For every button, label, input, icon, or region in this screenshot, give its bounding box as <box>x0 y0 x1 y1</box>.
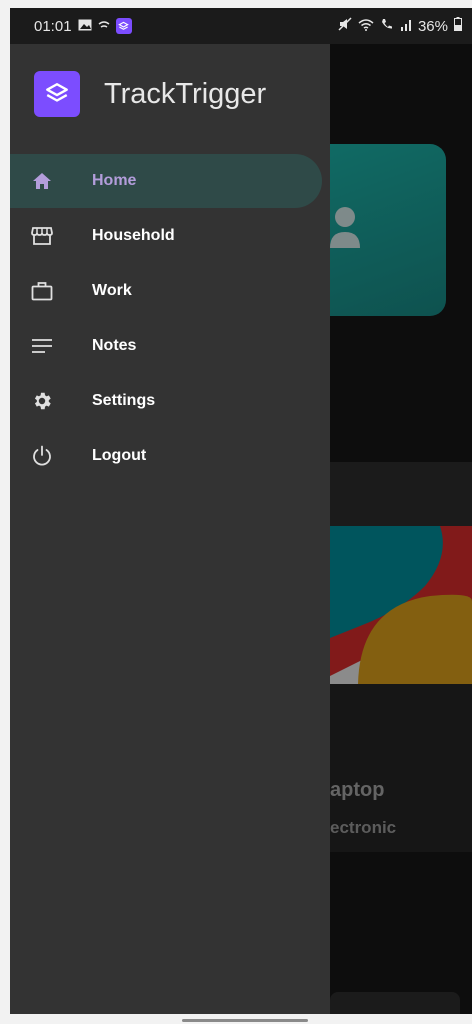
gesture-navigation-bar[interactable] <box>182 1019 308 1022</box>
gear-icon <box>31 390 53 412</box>
gallery-icon <box>78 18 92 35</box>
briefcase-icon <box>31 280 53 302</box>
wifi-icon <box>358 18 374 35</box>
nav-item-work[interactable]: Work <box>10 264 322 318</box>
nav-label-notes: Notes <box>92 337 137 354</box>
tracktrigger-notification-icon <box>115 18 132 34</box>
mute-icon <box>338 17 352 35</box>
status-left: 01:01 <box>34 18 132 35</box>
storefront-icon <box>31 225 53 247</box>
navigation-drawer: TrackTrigger Home Household Work Notes S… <box>10 44 330 1014</box>
app-title: TrackTrigger <box>104 77 267 110</box>
drawer-scrim[interactable] <box>330 44 472 1014</box>
nav-label-home: Home <box>92 172 137 189</box>
nav-label-settings: Settings <box>92 392 156 409</box>
signal-icon <box>400 18 412 35</box>
nav-item-home[interactable]: Home <box>10 154 322 208</box>
status-right: 36% <box>338 17 462 35</box>
nav-label-household: Household <box>92 227 175 244</box>
nav-item-household[interactable]: Household <box>10 209 322 263</box>
power-icon <box>31 445 53 467</box>
nav-item-settings[interactable]: Settings <box>10 374 322 428</box>
status-time: 01:01 <box>34 17 72 35</box>
nav-label-work: Work <box>92 282 132 299</box>
cast-icon <box>98 18 110 35</box>
app-logo-icon <box>34 71 80 117</box>
battery-icon <box>454 17 462 35</box>
home-icon <box>31 170 53 192</box>
nav-label-logout: Logout <box>92 447 147 464</box>
notes-icon <box>31 335 53 357</box>
status-bar: 01:01 36% <box>10 8 472 44</box>
drawer-header: TrackTrigger <box>34 70 266 118</box>
phone-screen: 01:01 36% aptop ectronic TrackTrigger Ho… <box>10 8 472 1014</box>
wifi-calling-icon <box>380 17 394 35</box>
nav-item-notes[interactable]: Notes <box>10 319 322 373</box>
nav-item-logout[interactable]: Logout <box>10 429 322 483</box>
battery-percent: 36% <box>417 17 448 35</box>
